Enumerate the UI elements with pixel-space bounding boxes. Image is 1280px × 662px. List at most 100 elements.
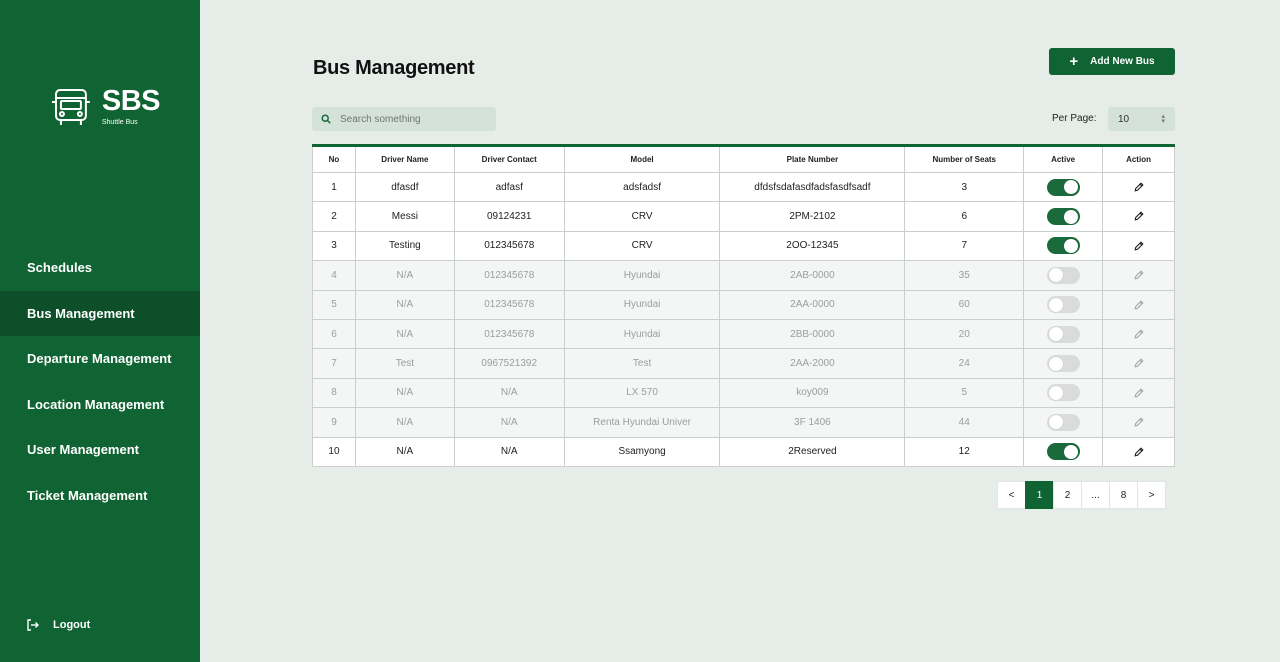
cell-action — [1102, 377, 1175, 409]
next-page-button[interactable]: > — [1137, 481, 1166, 509]
cell-driver-name: Testing — [354, 230, 455, 262]
cell-number-of-seats: 20 — [904, 318, 1025, 350]
active-toggle[interactable] — [1046, 355, 1080, 373]
add-new-bus-label: Add New Bus — [1090, 56, 1155, 67]
add-new-bus-button[interactable]: + Add New Bus — [1049, 48, 1175, 75]
toggle-knob — [1048, 268, 1063, 283]
edit-button[interactable] — [1133, 241, 1144, 251]
pencil-icon — [1133, 358, 1144, 368]
toggle-knob — [1048, 415, 1063, 430]
table-row: 7 Test 0967521392 Test 2AA-2000 24 — [312, 348, 1175, 379]
edit-button[interactable] — [1133, 358, 1144, 368]
edit-button[interactable] — [1133, 211, 1144, 221]
cell-no: 8 — [312, 377, 356, 409]
edit-button[interactable] — [1133, 417, 1144, 427]
column-header-no[interactable]: No — [312, 145, 356, 173]
cell-active — [1023, 201, 1104, 232]
cell-driver-name: Test — [354, 348, 455, 379]
page-ellipsis: ... — [1081, 481, 1110, 509]
cell-driver-name: N/A — [354, 260, 455, 291]
logout-button[interactable]: Logout — [26, 618, 90, 632]
cell-no: 7 — [312, 348, 356, 379]
pencil-icon — [1133, 211, 1144, 221]
edit-button[interactable] — [1133, 388, 1144, 398]
toggle-knob — [1048, 356, 1063, 371]
toggle-knob — [1063, 444, 1078, 459]
active-toggle[interactable] — [1046, 237, 1080, 255]
column-header-model[interactable]: Model — [563, 145, 721, 173]
cell-driver-contact: 09124231 — [453, 201, 565, 232]
table-header-row: No Driver Name Driver Contact Model Plat… — [312, 145, 1175, 173]
active-toggle[interactable] — [1046, 178, 1080, 196]
pencil-icon — [1133, 182, 1144, 192]
per-page-label: Per Page: — [1052, 113, 1097, 124]
column-header-driver-contact[interactable]: Driver Contact — [453, 145, 565, 173]
cell-driver-contact: N/A — [453, 407, 565, 438]
cell-number-of-seats: 5 — [904, 377, 1025, 409]
cell-number-of-seats: 24 — [904, 348, 1025, 379]
cell-model: LX 570 — [563, 377, 721, 409]
column-header-plate-number[interactable]: Plate Number — [719, 145, 906, 173]
edit-button[interactable] — [1133, 270, 1144, 280]
cell-model: Ssamyong — [563, 436, 721, 467]
cell-no: 10 — [312, 436, 356, 467]
cell-driver-contact: 012345678 — [453, 260, 565, 291]
active-toggle[interactable] — [1046, 208, 1080, 226]
sidebar-item-location-management[interactable]: Location Management — [0, 382, 200, 428]
search-input[interactable] — [340, 113, 480, 125]
sidebar-item-bus-management[interactable]: Bus Management — [0, 290, 200, 336]
active-toggle[interactable] — [1046, 296, 1080, 314]
sidebar: SBS Shuttle Bus Schedules Bus Management… — [0, 0, 200, 662]
edit-button[interactable] — [1133, 182, 1144, 192]
table-row: 3 Testing 012345678 CRV 2OO-12345 7 — [312, 230, 1175, 262]
column-header-active[interactable]: Active — [1023, 145, 1104, 173]
active-toggle[interactable] — [1046, 266, 1080, 284]
sidebar-item-departure-management[interactable]: Departure Management — [0, 336, 200, 382]
cell-driver-name: N/A — [354, 407, 455, 438]
cell-action — [1102, 230, 1175, 262]
cell-number-of-seats: 60 — [904, 289, 1025, 320]
edit-button[interactable] — [1133, 329, 1144, 339]
edit-button[interactable] — [1133, 300, 1144, 310]
per-page-select[interactable]: 10 ▴ ▾ — [1108, 107, 1175, 131]
pencil-icon — [1133, 329, 1144, 339]
column-header-action[interactable]: Action — [1102, 145, 1175, 173]
pencil-icon — [1133, 388, 1144, 398]
toggle-knob — [1063, 209, 1078, 224]
cell-active — [1023, 348, 1104, 379]
page-button-2[interactable]: 2 — [1053, 481, 1082, 509]
active-toggle[interactable] — [1046, 325, 1080, 343]
table-row: 1 dfasdf adfasf adsfadsf dfdsfsdafasdfad… — [312, 171, 1175, 203]
sidebar-item-user-management[interactable]: User Management — [0, 427, 200, 473]
bus-table: No Driver Name Driver Contact Model Plat… — [312, 144, 1175, 467]
pencil-icon — [1133, 417, 1144, 427]
cell-driver-contact: 0967521392 — [453, 348, 565, 379]
active-toggle[interactable] — [1046, 413, 1080, 431]
page-button-8[interactable]: 8 — [1109, 481, 1138, 509]
page-button-1[interactable]: 1 — [1025, 481, 1054, 509]
cell-driver-name: N/A — [354, 436, 455, 467]
pencil-icon — [1133, 446, 1144, 457]
cell-model: Hyundai — [563, 289, 721, 320]
sidebar-item-ticket-management[interactable]: Ticket Management — [0, 473, 200, 519]
sidebar-item-schedules[interactable]: Schedules — [0, 245, 200, 291]
cell-plate-number: 2OO-12345 — [719, 230, 906, 262]
column-header-number-of-seats[interactable]: Number of Seats — [904, 145, 1025, 173]
prev-page-button[interactable]: < — [997, 481, 1026, 509]
active-toggle[interactable] — [1046, 384, 1080, 402]
cell-number-of-seats: 44 — [904, 407, 1025, 438]
cell-model: Hyundai — [563, 318, 721, 350]
cell-driver-contact: 012345678 — [453, 289, 565, 320]
select-arrows-icon: ▴ ▾ — [1161, 113, 1165, 125]
cell-action — [1102, 260, 1175, 291]
cell-plate-number: dfdsfsdafasdfadsfasdfsadf — [719, 171, 906, 203]
cell-plate-number: 3F 1406 — [719, 407, 906, 438]
edit-button[interactable] — [1133, 446, 1144, 457]
active-toggle[interactable] — [1046, 443, 1080, 461]
column-header-driver-name[interactable]: Driver Name — [354, 145, 455, 173]
bus-icon — [51, 89, 90, 125]
cell-plate-number: 2AA-2000 — [719, 348, 906, 379]
pagination: < 1 2 ... 8 > — [997, 481, 1166, 509]
cell-model: Test — [563, 348, 721, 379]
cell-driver-name: N/A — [354, 377, 455, 409]
